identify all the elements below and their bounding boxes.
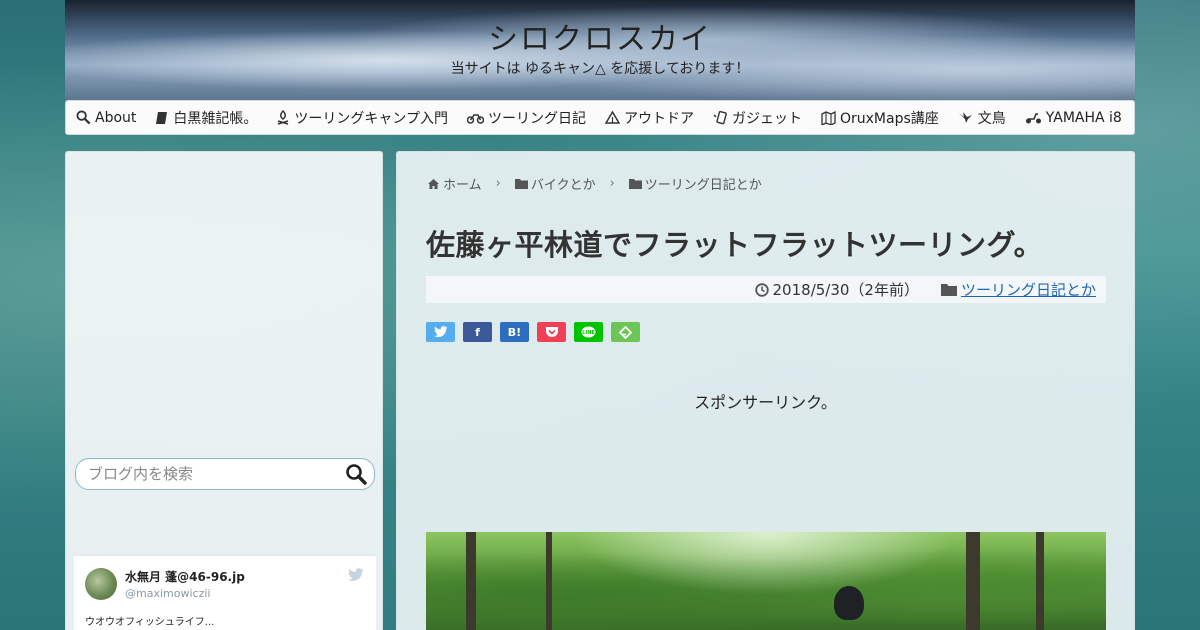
share-twitter-button[interactable] (426, 322, 455, 342)
search-icon (76, 110, 91, 125)
share-feedly-button[interactable] (611, 322, 640, 342)
nav-item-label: アウトドア (624, 110, 694, 127)
site-title[interactable]: シロクロスカイ (65, 14, 1135, 58)
twitter-timeline-card: 水無月 蓬@46-96.jp @maximowiczii ウオウオフィッシュライ… (74, 555, 376, 630)
home-icon (428, 178, 439, 189)
nav-item-label: ガジェット (732, 110, 802, 127)
post-meta: 2018/5/30（2年前） ツーリング日記とか (426, 276, 1106, 303)
twitter-icon (433, 326, 447, 338)
sponsor-label: スポンサーリンク。 (694, 393, 837, 412)
breadcrumb-label: バイクとか (530, 178, 596, 193)
breadcrumb-home[interactable]: ホーム (427, 174, 482, 193)
tree-trunk (966, 532, 980, 630)
gadget-icon (713, 110, 727, 124)
nav-item-gadget[interactable]: ガジェット (713, 108, 802, 128)
line-icon: LINE (581, 326, 596, 337)
category-link[interactable]: ツーリング日記とか (961, 279, 1096, 300)
nav-item-label: ツーリング日記 (488, 110, 586, 127)
bird-icon (958, 112, 972, 123)
share-line-button[interactable]: LINE (574, 322, 603, 342)
tent-icon (605, 111, 620, 124)
nav-item-oruxmaps[interactable]: OruxMaps講座 (821, 108, 939, 128)
share-hatena-button[interactable]: B! (500, 322, 529, 342)
nav-item-label: About (95, 109, 137, 126)
breadcrumb-bike[interactable]: バイクとか (514, 174, 596, 193)
pocket-icon (545, 327, 558, 337)
nav-item-outdoor[interactable]: アウトドア (605, 108, 694, 128)
chevron-right-icon: › (609, 176, 615, 191)
campfire-icon (278, 110, 289, 125)
twitter-icon[interactable] (348, 568, 364, 582)
tree-trunk (466, 532, 476, 630)
nav-item-touring-diary[interactable]: ツーリング日記 (467, 108, 586, 128)
nav-item-bird[interactable]: 文鳥 (958, 108, 1006, 128)
twitter-handle[interactable]: @maximowiczii (125, 587, 210, 600)
main-content: ホーム › バイクとか › ツーリング日記とか 佐藤ヶ平林道でフラットフラットツ… (396, 151, 1135, 630)
tweet-text: ウオウオフィッシュライフ... (85, 617, 215, 628)
map-icon (821, 110, 836, 125)
global-nav: About 白黒雑記帳。 ツーリングキャンプ入門 ツーリング日記 アウトドア ガ… (65, 100, 1135, 135)
nav-item-label: YAMAHA i8 (1045, 109, 1122, 126)
article-hero-image[interactable] (426, 532, 1106, 630)
breadcrumb-label: ツーリング日記とか (644, 178, 762, 193)
feedly-icon (619, 325, 632, 339)
breadcrumb-touring-diary[interactable]: ツーリング日記とか (628, 174, 762, 193)
post-category: ツーリング日記とか (940, 279, 1096, 300)
search-icon[interactable] (345, 463, 367, 485)
chevron-right-icon: › (495, 176, 501, 191)
site-header: シロクロスカイ 当サイトは ゆるキャン△ を応援しております！ (65, 0, 1135, 100)
share-buttons: f B! LINE (426, 322, 648, 342)
search-input[interactable] (88, 465, 338, 483)
nav-item-label: 白黒雑記帳。 (173, 110, 258, 127)
motorcycle-icon (467, 113, 484, 124)
nav-item-label: 文鳥 (977, 110, 1006, 127)
clock-icon (754, 282, 769, 297)
rider-helmet (834, 586, 864, 620)
svg-text:LINE: LINE (582, 330, 595, 336)
search-form (75, 458, 375, 490)
avatar[interactable] (85, 568, 117, 600)
sidebar: 水無月 蓬@46-96.jp @maximowiczii ウオウオフィッシュライ… (65, 151, 383, 630)
scooter-icon (1025, 112, 1041, 123)
nav-item-about[interactable]: About (76, 110, 136, 126)
folder-icon (940, 284, 957, 296)
tree-trunk (546, 532, 552, 630)
folder-icon (514, 179, 528, 189)
nav-item-notebook[interactable]: 白黒雑記帳。 (155, 108, 257, 128)
nav-item-yamaha[interactable]: YAMAHA i8 (1025, 110, 1122, 126)
hatena-icon: B! (507, 325, 522, 339)
tree-trunk (1036, 532, 1044, 630)
nav-item-label: ツーリングキャンプ入門 (294, 110, 448, 127)
share-pocket-button[interactable] (537, 322, 566, 342)
breadcrumb: ホーム › バイクとか › ツーリング日記とか (427, 174, 762, 193)
post-date: 2018/5/30（2年前） (754, 279, 919, 300)
folder-icon (628, 179, 642, 189)
facebook-icon: f (475, 325, 480, 339)
site-description: 当サイトは ゆるキャン△ を応援しております！ (450, 61, 750, 77)
notebook-icon (156, 111, 168, 124)
share-facebook-button[interactable]: f (463, 322, 492, 342)
breadcrumb-label: ホーム (443, 178, 482, 193)
nav-item-touring-camp[interactable]: ツーリングキャンプ入門 (276, 108, 448, 128)
twitter-display-name[interactable]: 水無月 蓬@46-96.jp (125, 568, 245, 585)
page-title: 佐藤ヶ平林道でフラットフラットツーリング。 (426, 228, 1044, 262)
post-date-text: 2018/5/30（2年前） (772, 281, 919, 299)
nav-item-label: OruxMaps講座 (840, 110, 939, 127)
